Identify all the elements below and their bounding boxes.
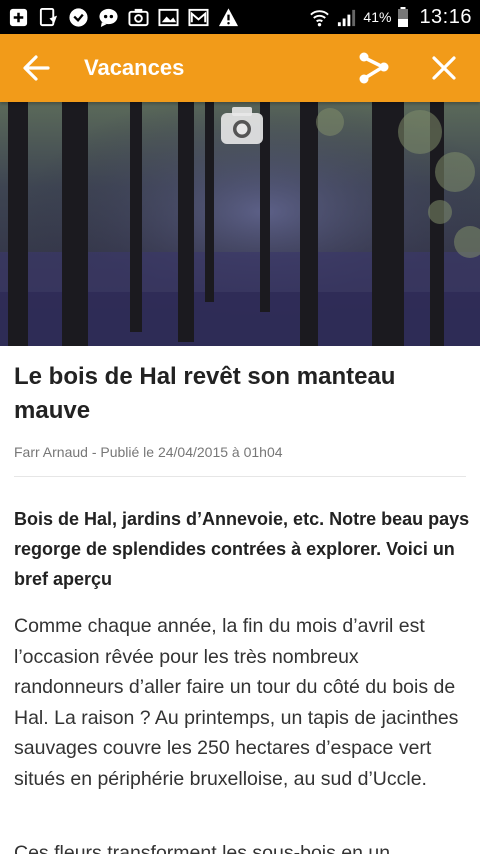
- check-circle-icon: [69, 7, 88, 27]
- battery-percent: 41%: [363, 9, 392, 25]
- download-icon: [39, 7, 58, 26]
- article-lead: Bois de Hal, jardins d’Annevoie, etc. No…: [14, 509, 470, 589]
- article-body-continued: Ces fleurs transforment les sous-bois en…: [14, 842, 391, 854]
- article-hero-image[interactable]: [0, 102, 480, 346]
- camera-icon: [221, 107, 263, 144]
- status-bar: 41% 13:16: [0, 0, 480, 34]
- wifi-icon: [310, 9, 330, 26]
- battery-icon: [398, 7, 409, 27]
- add-box-icon: [9, 8, 28, 26]
- signal-icon: [338, 9, 356, 26]
- divider: [14, 476, 466, 477]
- share-icon: [359, 52, 389, 84]
- close-button[interactable]: [418, 34, 470, 102]
- page-title: Vacances: [84, 55, 185, 80]
- article-byline: Farr Arnaud - Publié le 24/04/2015 à 01h…: [14, 444, 283, 460]
- article-title: Le bois de Hal revêt son manteau mauve: [14, 363, 396, 424]
- app-bar: Vacances: [0, 34, 480, 102]
- close-icon: [432, 56, 456, 80]
- camera-icon: [128, 8, 149, 26]
- notification-icons: [8, 7, 239, 28]
- mail-icon: [188, 8, 209, 26]
- message-bubble-icon: [99, 8, 118, 27]
- article-body: Comme chaque année, la fin du mois d’avr…: [14, 615, 459, 790]
- image-icon: [158, 8, 179, 26]
- share-button[interactable]: [348, 34, 400, 102]
- system-icons: 41% 13:16: [309, 6, 472, 29]
- arrow-back-icon: [23, 55, 50, 81]
- clock: 13:16: [419, 5, 472, 28]
- back-button[interactable]: [0, 34, 72, 102]
- warning-icon: [218, 7, 239, 26]
